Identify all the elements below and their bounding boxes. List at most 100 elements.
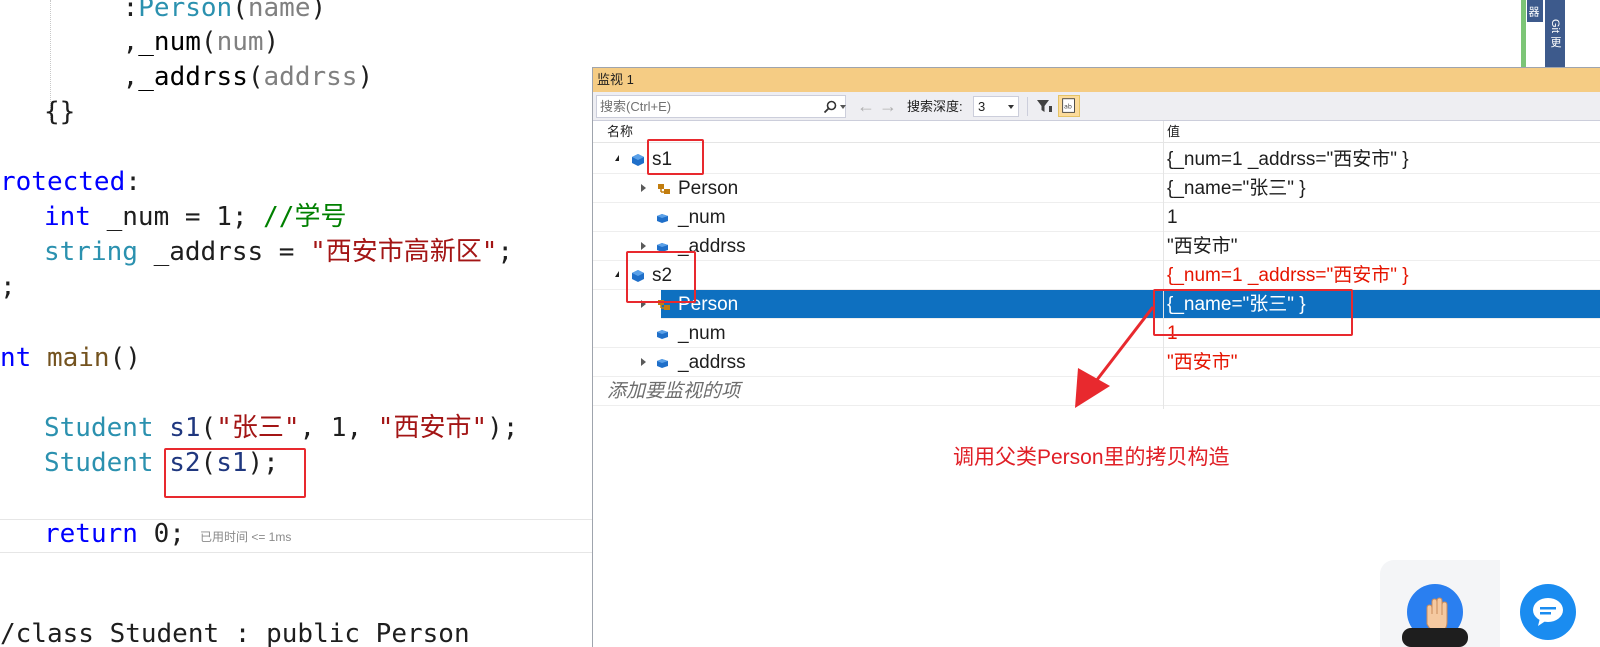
column-value-header[interactable]: 值 <box>1167 121 1180 143</box>
search-depth-label: 搜索深度: <box>907 99 963 114</box>
code-token: ) <box>263 27 280 57</box>
side-tab-git[interactable]: Git 更 <box>1545 0 1565 67</box>
column-name-header[interactable]: 名称 <box>607 121 633 143</box>
code-editor[interactable]: :Person(name) ,_num(num) ,_addrss(addrss… <box>0 0 600 647</box>
code-token: string <box>44 237 138 267</box>
code-token: ; <box>497 237 514 267</box>
watch-row[interactable]: s1 {_num=1 _addrss="西安市" } <box>593 145 1600 174</box>
code-token: : <box>122 0 139 23</box>
watch-row-name: _addrss <box>678 352 746 373</box>
code-token: ( <box>200 413 217 443</box>
expand-arrow-icon[interactable] <box>641 184 646 192</box>
code-token: () <box>109 343 141 373</box>
side-tab-explorer[interactable]: 器 <box>1527 0 1543 22</box>
code-token: //学号 <box>263 202 347 232</box>
expand-arrow-icon[interactable] <box>641 242 646 250</box>
annotation-box-s2-copy <box>164 448 306 498</box>
watch-row[interactable]: Person {_name="张三" } <box>641 290 1600 319</box>
watch-row-name: _num <box>678 323 726 344</box>
code-line[interactable]: ,_addrss(addrss) <box>60 59 373 95</box>
annotation-box-person-value <box>1153 289 1353 336</box>
code-line[interactable]: /class Student : public Person <box>0 616 470 647</box>
code-token: _addrss = <box>137 237 311 267</box>
code-token: _num = 1; <box>90 202 264 232</box>
search-input[interactable]: 搜索(Ctrl+E) <box>596 95 846 118</box>
code-token: nt <box>0 343 32 373</box>
collapse-arrow-icon[interactable] <box>615 155 619 161</box>
field-icon <box>656 210 672 226</box>
watch-row[interactable]: s2 {_num=1 _addrss="西安市" } <box>593 261 1600 290</box>
current-line-border <box>0 552 600 553</box>
watch-row[interactable]: _addrss "西安市" <box>593 232 1600 261</box>
current-line-border <box>0 519 600 520</box>
add-watch-row[interactable]: 添加要监视的项 <box>593 377 1600 406</box>
code-line[interactable]: :Person(name) <box>60 0 327 26</box>
watch-row-value[interactable]: {_num=1 _addrss="西安市" } <box>1167 261 1409 290</box>
annotation-box-s2 <box>626 251 696 303</box>
code-token: {} <box>44 97 76 127</box>
code-line[interactable]: string _addrss = "西安市高新区"; <box>44 234 513 270</box>
code-line[interactable]: ,_num(num) <box>60 24 280 60</box>
watch-row-value[interactable]: {_num=1 _addrss="西安市" } <box>1167 145 1409 174</box>
field-icon <box>656 326 672 342</box>
code-token: Person <box>138 0 233 23</box>
code-token: s1 <box>169 413 201 443</box>
chat-icon <box>1533 598 1563 626</box>
code-token: : <box>125 167 141 197</box>
toolbar-separator <box>1027 97 1028 116</box>
code-token: num <box>216 27 264 57</box>
search-options-dropdown-icon[interactable] <box>840 105 846 109</box>
code-token: "西安市高新区" <box>310 237 498 267</box>
code-token: int <box>44 202 91 232</box>
column-divider[interactable] <box>1163 121 1164 409</box>
watch-row[interactable]: Person {_name="张三" } <box>593 174 1600 203</box>
watch-row-value[interactable]: {_name="张三" } <box>1167 174 1306 203</box>
watch-toolbar: 搜索(Ctrl+E) ← → 搜索深度: 3 ab <box>593 92 1600 121</box>
code-line[interactable]: int _num = 1; //学号 <box>44 199 346 235</box>
watch-row-value[interactable]: "西安市" <box>1167 348 1238 377</box>
search-depth-select[interactable]: 3 <box>973 96 1019 117</box>
annotation-box-s1 <box>647 139 704 175</box>
code-line[interactable]: {} <box>44 94 75 130</box>
code-token: , <box>60 62 139 92</box>
code-token: _addrss <box>138 62 248 92</box>
elapsed-time-hint: 已用时间 <= 1ms <box>200 530 292 544</box>
filter-icon[interactable] <box>1033 95 1055 117</box>
search-back-arrow-icon[interactable]: ← <box>857 95 875 117</box>
code-token: /class Student : public Person <box>0 619 470 647</box>
watch-title-bar[interactable]: 监视 1 <box>593 68 1600 92</box>
search-forward-arrow-icon[interactable]: → <box>879 95 897 117</box>
code-token: ( <box>247 62 264 92</box>
hex-display-toggle-icon[interactable]: ab <box>1058 95 1080 117</box>
collapse-arrow-icon[interactable] <box>615 271 619 277</box>
code-line[interactable]: Student s1("张三", 1, "西安市"); <box>44 410 518 446</box>
add-watch-placeholder[interactable]: 添加要监视的项 <box>607 377 740 406</box>
watch-row-value[interactable]: 1 <box>1167 203 1178 232</box>
svg-text:ab: ab <box>1064 104 1072 111</box>
code-token: , 1, <box>299 413 378 443</box>
code-token: ( <box>200 27 217 57</box>
code-token: ; <box>0 272 16 302</box>
code-token: ) <box>357 62 374 92</box>
code-line[interactable]: return 0; <box>44 516 185 552</box>
search-depth-value: 3 <box>978 99 986 114</box>
watch-row-name: Person <box>678 178 739 199</box>
code-line[interactable]: ; <box>0 269 16 305</box>
expand-arrow-icon[interactable] <box>641 358 646 366</box>
annotation-text: 调用父类Person里的拷贝构造 <box>953 446 1230 469</box>
watch-row-value[interactable]: "西安市" <box>1167 232 1238 261</box>
chat-button[interactable] <box>1520 584 1576 640</box>
code-line[interactable]: nt main() <box>0 340 141 376</box>
watch-row[interactable]: _num 1 <box>593 319 1600 348</box>
watch-row[interactable]: _num 1 <box>593 203 1600 232</box>
search-icon[interactable] <box>823 100 837 114</box>
code-line[interactable]: rotected: <box>0 164 141 200</box>
chevron-down-icon <box>1008 105 1014 109</box>
code-token: name <box>247 0 311 23</box>
code-token: main <box>46 343 110 373</box>
watch-row[interactable]: _addrss "西安市" <box>593 348 1600 377</box>
code-token: ( <box>232 0 248 23</box>
code-token: ) <box>310 0 327 23</box>
code-token: 0; <box>137 519 185 549</box>
